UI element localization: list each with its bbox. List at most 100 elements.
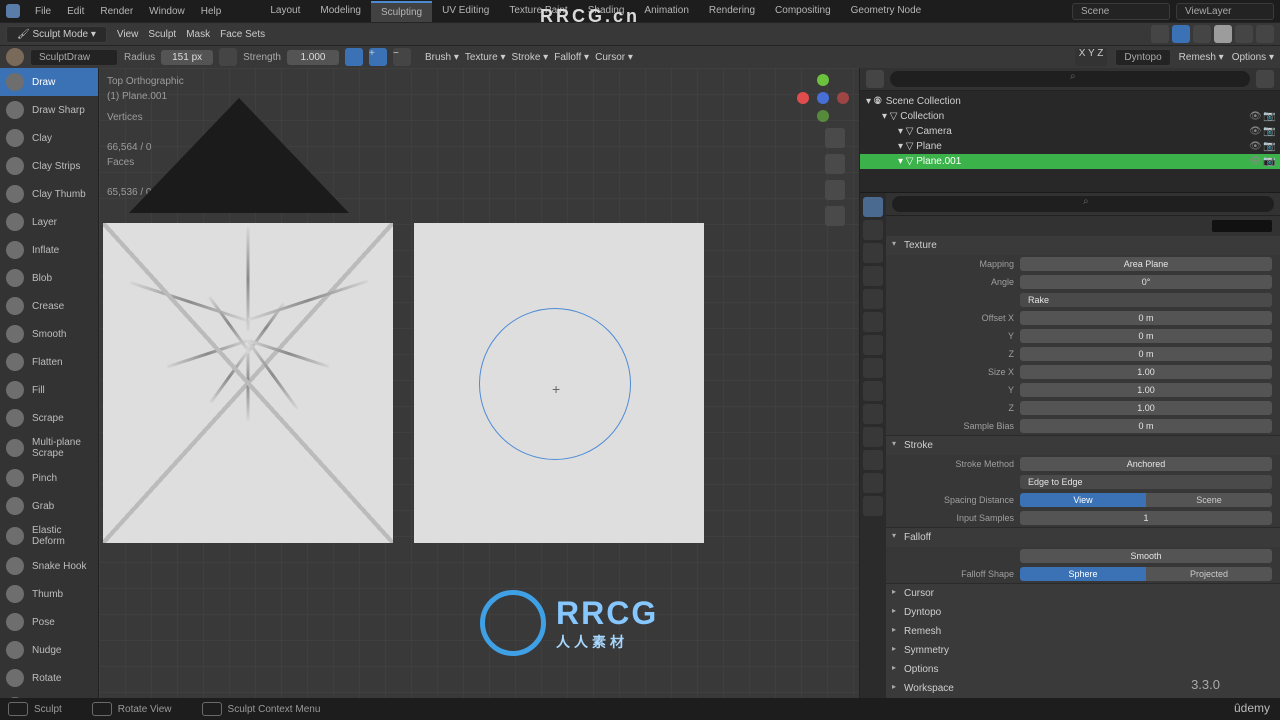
ws-animation[interactable]: Animation bbox=[634, 1, 698, 22]
tab-data-icon[interactable] bbox=[863, 450, 883, 470]
section-dyntopo[interactable]: Dyntopo bbox=[886, 603, 1280, 622]
outliner-scene-collection[interactable]: ▾ 🞋 Scene Collection bbox=[860, 94, 1280, 109]
tab-object-icon[interactable] bbox=[863, 335, 883, 355]
shading-matprev-icon[interactable] bbox=[1235, 25, 1253, 43]
outliner-item[interactable]: ▾ ▽ Plane.001👁📷 bbox=[860, 154, 1280, 169]
mode-menu-facesets[interactable]: Face Sets bbox=[220, 29, 265, 40]
rake-toggle[interactable]: Rake bbox=[1020, 293, 1272, 307]
section-options[interactable]: Options bbox=[886, 660, 1280, 679]
tool-snake-hook[interactable]: Snake Hook bbox=[0, 552, 98, 580]
menu-window[interactable]: Window bbox=[142, 3, 192, 20]
mode-menu-mask[interactable]: Mask bbox=[186, 29, 210, 40]
texture-section[interactable]: Texture bbox=[886, 236, 1280, 255]
strokemethod-value[interactable]: Anchored bbox=[1020, 457, 1272, 471]
shading-wire-icon[interactable] bbox=[1193, 25, 1211, 43]
offsetz-value[interactable]: 0 m bbox=[1020, 347, 1272, 361]
zoom-icon[interactable] bbox=[825, 128, 845, 148]
scene-field[interactable]: Scene bbox=[1072, 3, 1170, 20]
strength-pressure-icon[interactable] bbox=[345, 48, 363, 66]
tool-blob[interactable]: Blob bbox=[0, 264, 98, 292]
tool-pose[interactable]: Pose bbox=[0, 608, 98, 636]
overlay-toggle-icon[interactable] bbox=[1151, 25, 1169, 43]
tool-layer[interactable]: Layer bbox=[0, 208, 98, 236]
tool-elastic-deform[interactable]: Elastic Deform bbox=[0, 520, 98, 552]
tab-output-icon[interactable] bbox=[863, 243, 883, 263]
strength-value[interactable]: 1.000 bbox=[287, 50, 339, 65]
camera-icon[interactable] bbox=[825, 180, 845, 200]
section-remesh[interactable]: Remesh bbox=[886, 622, 1280, 641]
gizmo-z-icon[interactable] bbox=[817, 92, 829, 104]
outliner-item[interactable]: ▾ ▽ Plane👁📷 bbox=[860, 139, 1280, 154]
viewlayer-field[interactable]: ViewLayer bbox=[1176, 3, 1274, 20]
tool-draw-sharp[interactable]: Draw Sharp bbox=[0, 96, 98, 124]
tool-crease[interactable]: Crease bbox=[0, 292, 98, 320]
radius-value[interactable]: 151 px bbox=[161, 50, 213, 65]
tool-multi-plane-scrape[interactable]: Multi-plane Scrape bbox=[0, 432, 98, 464]
ws-texturepaint[interactable]: Texture Paint bbox=[499, 1, 577, 22]
edge-to-edge-toggle[interactable]: Edge to Edge bbox=[1020, 475, 1272, 489]
outliner-search[interactable] bbox=[890, 71, 1250, 87]
dyntopo-toggle[interactable]: Dyntopo bbox=[1115, 49, 1170, 66]
section-cursor[interactable]: Cursor bbox=[886, 584, 1280, 603]
nav-gizmo[interactable] bbox=[801, 76, 845, 120]
remesh-dd[interactable]: Remesh ▾ bbox=[1179, 52, 1224, 63]
mode-menu-sculpt[interactable]: Sculpt bbox=[148, 29, 176, 40]
ws-rendering[interactable]: Rendering bbox=[699, 1, 765, 22]
offsetx-value[interactable]: 0 m bbox=[1020, 311, 1272, 325]
tab-physics-icon[interactable] bbox=[863, 404, 883, 424]
outliner-mode-icon[interactable] bbox=[866, 70, 884, 88]
ws-shading[interactable]: Shading bbox=[578, 1, 635, 22]
props-search[interactable] bbox=[892, 196, 1274, 212]
pan-icon[interactable] bbox=[825, 154, 845, 174]
3d-viewport[interactable]: Top Orthographic (1) Plane.001 Vertices … bbox=[99, 68, 859, 698]
tab-viewlayer-icon[interactable] bbox=[863, 266, 883, 286]
ws-sculpting[interactable]: Sculpting bbox=[371, 1, 432, 22]
menu-edit[interactable]: Edit bbox=[60, 3, 91, 20]
section-symmetry[interactable]: Symmetry bbox=[886, 641, 1280, 660]
sizez-value[interactable]: 1.00 bbox=[1020, 401, 1272, 415]
spacing-scene[interactable]: Scene bbox=[1146, 493, 1272, 507]
tool-clay[interactable]: Clay bbox=[0, 124, 98, 152]
tool-pinch[interactable]: Pinch bbox=[0, 464, 98, 492]
outliner-item[interactable]: ▾ ▽ Camera👁📷 bbox=[860, 124, 1280, 139]
menu-file[interactable]: File bbox=[28, 3, 58, 20]
mapping-value[interactable]: Area Plane bbox=[1020, 257, 1272, 271]
mode-dropdown[interactable]: 🖌 Sculpt Mode ▾ bbox=[6, 26, 107, 43]
sizey-value[interactable]: 1.00 bbox=[1020, 383, 1272, 397]
menu-help[interactable]: Help bbox=[194, 3, 229, 20]
tab-texture-icon[interactable] bbox=[863, 496, 883, 516]
spacing-view[interactable]: View bbox=[1020, 493, 1146, 507]
section-workspace[interactable]: Workspace bbox=[886, 679, 1280, 698]
samplebias-value[interactable]: 0 m bbox=[1020, 419, 1272, 433]
overlay-gizmo-icon[interactable] bbox=[1172, 25, 1190, 43]
angle-value[interactable]: 0° bbox=[1020, 275, 1272, 289]
tab-render-icon[interactable] bbox=[863, 220, 883, 240]
inputsamples-value[interactable]: 1 bbox=[1020, 511, 1272, 525]
offsety-value[interactable]: 0 m bbox=[1020, 329, 1272, 343]
falloff-section[interactable]: Falloff bbox=[886, 528, 1280, 547]
app-logo-icon[interactable] bbox=[6, 4, 20, 18]
direction-add-icon[interactable]: + bbox=[369, 48, 387, 66]
tab-material-icon[interactable] bbox=[863, 473, 883, 493]
outliner-item[interactable]: ▾ ▽ Collection👁📷 bbox=[860, 109, 1280, 124]
cursor-dd[interactable]: Cursor ▾ bbox=[595, 52, 633, 63]
sizex-value[interactable]: 1.00 bbox=[1020, 365, 1272, 379]
tool-flatten[interactable]: Flatten bbox=[0, 348, 98, 376]
falloff-curve[interactable]: Smooth bbox=[1020, 549, 1272, 563]
tab-constraint-icon[interactable] bbox=[863, 427, 883, 447]
stroke-dd[interactable]: Stroke ▾ bbox=[512, 52, 549, 63]
ws-geometry[interactable]: Geometry Node bbox=[841, 1, 932, 22]
tool-rotate[interactable]: Rotate bbox=[0, 664, 98, 692]
options-dd[interactable]: Options ▾ bbox=[1232, 52, 1274, 63]
texture-thumb-icon[interactable] bbox=[1212, 220, 1272, 232]
falloff-projected[interactable]: Projected bbox=[1146, 567, 1272, 581]
tool-smooth[interactable]: Smooth bbox=[0, 320, 98, 348]
tool-inflate[interactable]: Inflate bbox=[0, 236, 98, 264]
persp-icon[interactable] bbox=[825, 206, 845, 226]
ws-layout[interactable]: Layout bbox=[260, 1, 310, 22]
tool-thumb[interactable]: Thumb bbox=[0, 580, 98, 608]
tab-modifier-icon[interactable] bbox=[863, 358, 883, 378]
outliner-filter-icon[interactable] bbox=[1256, 70, 1274, 88]
brush-name[interactable]: SculptDraw bbox=[30, 49, 118, 66]
mode-menu-view[interactable]: View bbox=[117, 29, 139, 40]
